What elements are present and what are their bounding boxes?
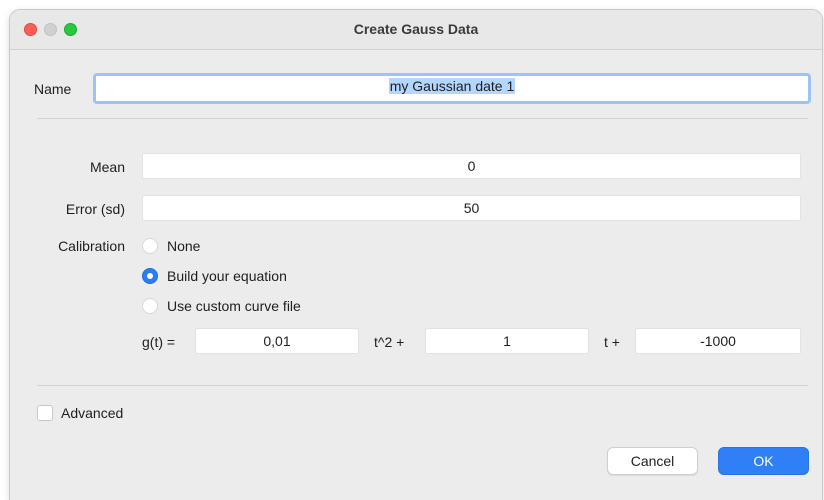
name-field[interactable]: my Gaussian date 1 xyxy=(93,73,811,104)
mean-label: Mean xyxy=(89,159,125,175)
error-sd-field[interactable]: 50 xyxy=(142,195,801,221)
radio-build-equation-label: Build your equation xyxy=(167,268,287,284)
window-title: Create Gauss Data xyxy=(353,21,479,37)
radio-custom-curve-label: Use custom curve file xyxy=(167,298,301,314)
coefficient-c-field[interactable]: -1000 xyxy=(635,328,801,354)
mean-field[interactable]: 0 xyxy=(142,153,801,179)
radio-build-equation[interactable] xyxy=(142,268,158,284)
create-gauss-data-dialog: Create Gauss Data Name my Gaussian date … xyxy=(10,10,822,500)
advanced-checkbox[interactable] xyxy=(37,405,53,421)
advanced-label: Advanced xyxy=(61,405,124,421)
name-field-value: my Gaussian date 1 xyxy=(388,78,516,94)
radio-custom-curve[interactable] xyxy=(142,298,158,314)
calibration-label: Calibration xyxy=(58,238,125,254)
radio-none-label: None xyxy=(167,238,201,254)
radio-none[interactable] xyxy=(142,238,158,254)
bottom-divider xyxy=(37,385,808,386)
equation-prefix-label: g(t) = xyxy=(142,334,176,350)
cancel-button[interactable]: Cancel xyxy=(607,447,698,475)
coefficient-b-field[interactable]: 1 xyxy=(425,328,589,354)
name-label: Name xyxy=(34,81,72,97)
coefficient-a-field[interactable]: 0,01 xyxy=(195,328,359,354)
error-sd-label: Error (sd) xyxy=(65,201,125,217)
t-label: t + xyxy=(604,334,620,350)
title-bar: Create Gauss Data xyxy=(10,10,822,50)
ok-button[interactable]: OK xyxy=(718,447,809,475)
top-divider xyxy=(37,118,808,119)
t-squared-label: t^2 + xyxy=(374,334,405,350)
